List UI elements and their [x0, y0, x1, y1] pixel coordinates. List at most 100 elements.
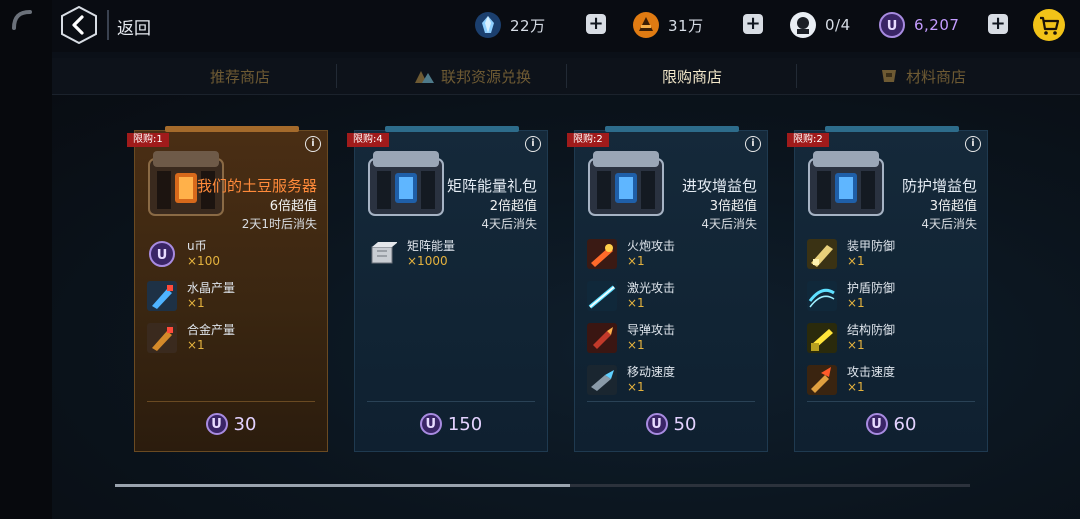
back-label[interactable]: 返回 [117, 14, 151, 39]
card-divider [367, 401, 535, 402]
item-qty: ×1 [187, 338, 205, 352]
price-value: 30 [233, 413, 257, 435]
tab-label: 推荐商店 [209, 67, 270, 86]
package-expire: 4天后消失 [921, 217, 977, 231]
scroll-thumb[interactable] [115, 484, 570, 487]
list-item: 装甲防御 ×1 [807, 235, 977, 271]
item-qty: ×1 [847, 380, 865, 394]
list-item: 合金产量 ×1 [147, 319, 317, 355]
tab-label: 联邦资源兑换 [440, 67, 531, 86]
list-item: 火炮攻击 ×1 [587, 235, 757, 271]
item-qty: ×1 [847, 296, 865, 310]
card-divider [587, 401, 755, 402]
svg-text:U: U [887, 19, 898, 34]
list-item: U u币 ×100 [147, 235, 317, 271]
price-button[interactable]: U 150 [355, 413, 547, 435]
ucoin-resource: U 6,207 [878, 10, 959, 40]
price-value: 60 [893, 413, 917, 435]
u-coin-icon: U [205, 413, 228, 435]
crystal-resource: 22万 [474, 10, 546, 40]
hook-icon [12, 10, 32, 30]
structure-defense-icon [807, 323, 837, 353]
tab-label: 限购商店 [661, 67, 722, 86]
cannon-attack-icon [587, 239, 617, 269]
add-alloy-button[interactable]: + [743, 14, 763, 34]
tab-divider [336, 64, 337, 88]
package-name: 防护增益包 [901, 177, 977, 195]
list-item: 水晶产量 ×1 [147, 277, 317, 313]
item-qty: ×1000 [407, 254, 448, 268]
package-expire: 2天1时后消失 [241, 217, 317, 231]
card-top-accent [605, 126, 739, 132]
package-expire: 4天后消失 [481, 217, 537, 231]
item-name: 矩阵能量 [407, 239, 456, 253]
card-top-accent [385, 126, 519, 132]
u-coin-icon: U [419, 413, 442, 435]
header-divider [107, 10, 109, 40]
attack-speed-icon [807, 365, 837, 395]
matrix-energy-icon [371, 242, 397, 264]
pilot-resource: 0/4 [789, 10, 851, 40]
move-speed-icon [587, 365, 617, 395]
card-top-accent [165, 126, 299, 132]
chest-icon [368, 151, 444, 216]
u-coin-icon: U [865, 413, 888, 435]
alloy-icon [633, 12, 659, 38]
tab-federation-exchange[interactable]: 联邦资源兑换 [358, 58, 586, 94]
missile-attack-icon [587, 323, 617, 353]
package-card[interactable]: 限购:2 i 防护增益包 3倍超值 4天后消失 装甲防御 ×1 护盾防御 ×1 [787, 126, 988, 452]
u-coin-icon: U [645, 413, 668, 435]
package-name: 我们的土豆服务器 [196, 177, 317, 195]
add-ucoin-button[interactable]: + [988, 14, 1008, 34]
tab-limited-shop[interactable]: 限购商店 [578, 58, 806, 94]
tab-divider [796, 64, 797, 88]
package-value: 3倍超值 [709, 199, 757, 214]
tab-recommended[interactable]: 推荐商店 [126, 58, 354, 94]
chest-icon [808, 151, 884, 216]
back-button[interactable] [60, 6, 98, 44]
armor-defense-icon [807, 239, 837, 269]
package-expire: 4天后消失 [701, 217, 757, 231]
cart-icon[interactable] [1032, 8, 1066, 42]
item-name: 结构防御 [847, 323, 896, 337]
info-icon[interactable]: i [965, 136, 981, 152]
package-card[interactable]: 限购:1 i 我们的土豆服务器 6倍超值 2天1时后消失 U u币 ×100 水… [127, 126, 328, 452]
ucoin-value: 6,207 [914, 16, 960, 34]
package-name: 进攻增益包 [681, 177, 757, 195]
info-icon[interactable]: i [305, 136, 321, 152]
item-name: 火炮攻击 [627, 239, 676, 253]
tab-label: 材料商店 [905, 67, 966, 86]
item-qty: ×100 [187, 254, 220, 268]
info-icon[interactable]: i [525, 136, 541, 152]
chest-icon [588, 151, 664, 216]
tab-material-shop[interactable]: 材料商店 [808, 58, 1036, 94]
package-card[interactable]: 限购:2 i 进攻增益包 3倍超值 4天后消失 火炮攻击 ×1 激光攻击 ×1 [567, 126, 768, 452]
price-button[interactable]: U 60 [795, 413, 987, 435]
card-top-accent [825, 126, 959, 132]
alloy-output-icon [147, 323, 177, 353]
list-item: 激光攻击 ×1 [587, 277, 757, 313]
item-qty: ×1 [847, 338, 865, 352]
shop-tabs: 推荐商店 联邦资源兑换 限购商店 材料商店 [52, 58, 1080, 95]
item-qty: ×1 [187, 296, 205, 310]
add-crystal-button[interactable]: + [586, 14, 606, 34]
info-icon[interactable]: i [745, 136, 761, 152]
package-name: 矩阵能量礼包 [446, 177, 537, 195]
item-name: 激光攻击 [627, 281, 676, 295]
federation-icon [414, 71, 434, 83]
item-name: 导弹攻击 [627, 323, 676, 337]
u-coin-icon: U [149, 241, 175, 267]
horizontal-scrollbar[interactable] [115, 484, 970, 487]
price-button[interactable]: U 50 [575, 413, 767, 435]
item-name: 合金产量 [187, 323, 236, 337]
alloy-value: 31万 [668, 16, 704, 35]
item-name: 移动速度 [627, 365, 676, 379]
package-card[interactable]: 限购:4 i 矩阵能量礼包 2倍超值 4天后消失 矩阵能量 ×1000 U 15… [347, 126, 548, 452]
list-item: 结构防御 ×1 [807, 319, 977, 355]
crystal-icon [475, 12, 501, 38]
shield-defense-icon [807, 281, 837, 311]
price-button[interactable]: U 30 [135, 413, 327, 435]
u-coin-icon: U [879, 12, 905, 38]
svg-text:U: U [157, 248, 168, 263]
item-qty: ×1 [847, 254, 865, 268]
